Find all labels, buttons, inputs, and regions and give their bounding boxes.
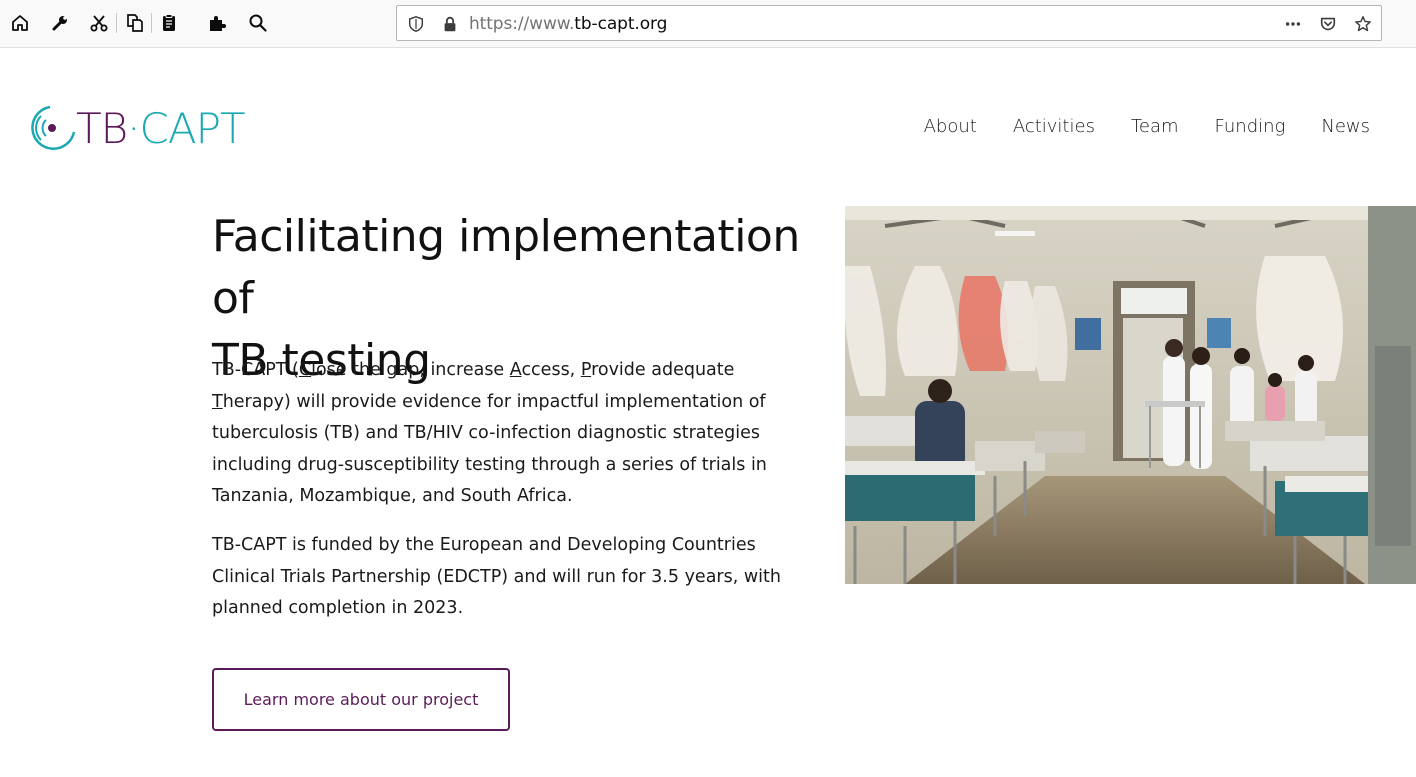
nav-news[interactable]: News xyxy=(1321,116,1370,137)
signal-logo-icon xyxy=(31,105,76,150)
url-prefix: https://www. xyxy=(469,14,575,34)
browser-toolbar: https://www.tb-capt.org xyxy=(0,0,1416,48)
scissors-icon[interactable] xyxy=(88,12,110,34)
search-icon[interactable] xyxy=(247,12,269,34)
home-icon[interactable] xyxy=(9,12,31,34)
hero-title-line1: Facilitating implementation of xyxy=(212,211,800,324)
star-icon[interactable] xyxy=(1353,14,1373,34)
logo-text: TB·CAPT xyxy=(76,103,246,153)
logo-tb: TB xyxy=(76,103,128,153)
intro-paragraph: TB-CAPT (Close the gap, increase Access,… xyxy=(212,360,767,506)
funding-paragraph: TB-CAPT is funded by the European and De… xyxy=(212,535,781,618)
clipboard-icon[interactable] xyxy=(158,12,180,34)
wrench-icon[interactable] xyxy=(49,12,71,34)
logo-dot: · xyxy=(127,103,140,153)
url-text[interactable]: https://www.tb-capt.org xyxy=(469,14,667,34)
learn-more-button[interactable]: Learn more about our project xyxy=(212,668,510,731)
nav-about[interactable]: About xyxy=(924,116,977,137)
more-icon[interactable] xyxy=(1283,14,1303,34)
logo-capt: CAPT xyxy=(139,103,246,153)
nav-funding[interactable]: Funding xyxy=(1215,116,1286,137)
puzzle-icon[interactable] xyxy=(206,12,228,34)
url-domain: tb-capt.org xyxy=(574,14,668,34)
lock-icon[interactable] xyxy=(440,14,460,34)
copy-icon[interactable] xyxy=(124,12,146,34)
nav-team[interactable]: Team xyxy=(1131,116,1179,137)
pocket-icon[interactable] xyxy=(1318,14,1338,34)
site-logo[interactable]: TB·CAPT xyxy=(28,100,258,156)
hospital-ward-photo xyxy=(845,206,1416,584)
main-nav: About Activities Team Funding News xyxy=(924,116,1370,137)
shield-icon[interactable] xyxy=(406,14,426,34)
url-bar[interactable]: https://www.tb-capt.org xyxy=(396,5,1382,41)
nav-activities[interactable]: Activities xyxy=(1013,116,1095,137)
